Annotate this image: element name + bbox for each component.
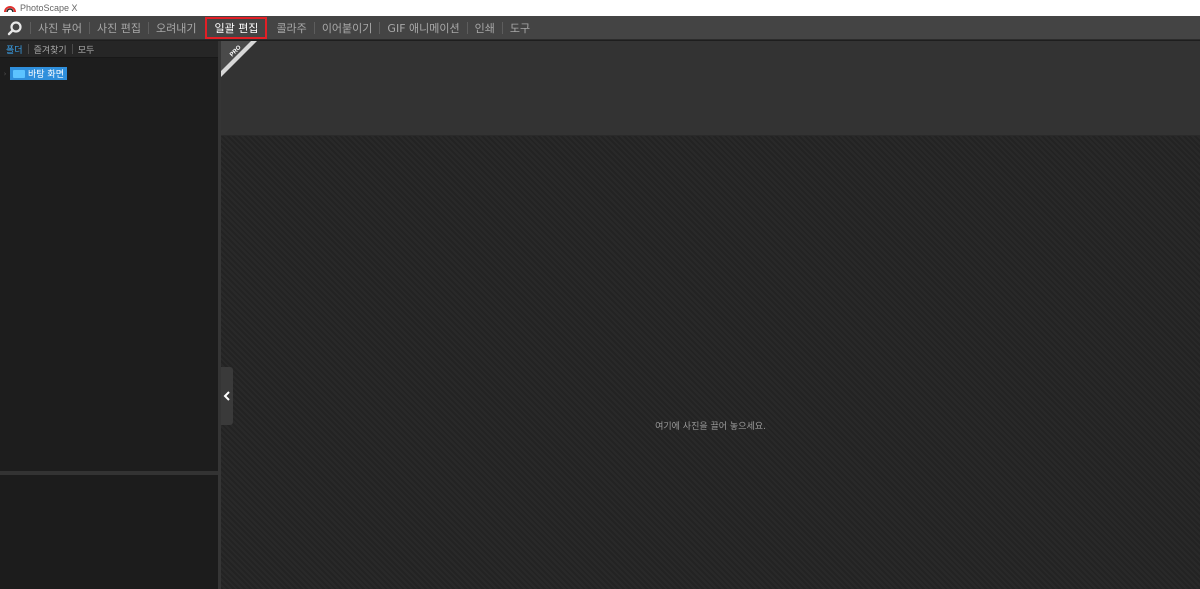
folder-icon [13, 69, 25, 78]
main-menu-bar: 사진 뷰어 사진 편집 오려내기 일괄 편집 콜라주 이어붙이기 GIF 애니메… [0, 16, 1200, 40]
menu-cut-out[interactable]: 오려내기 [149, 16, 203, 40]
menu-gif-animation[interactable]: GIF 애니메이션 [380, 16, 466, 40]
tab-folder[interactable]: 폴더 [6, 43, 28, 56]
app-logo-icon [4, 6, 16, 13]
main-workspace: PRO 여기에 사진을 끌어 놓으세요. [221, 41, 1200, 589]
chevron-left-icon [223, 391, 230, 401]
menu-tools[interactable]: 도구 [503, 16, 537, 40]
expand-arrow-icon[interactable]: › [0, 70, 10, 78]
menu-batch-edit[interactable]: 일괄 편집 [205, 16, 268, 39]
tree-row-desktop: › 바탕 화면 [0, 67, 67, 80]
menu-combine[interactable]: 이어붙이기 [315, 16, 380, 40]
tab-all[interactable]: 모두 [73, 43, 100, 56]
window-title: PhotoScape X [20, 3, 78, 13]
folder-label: 바탕 화면 [28, 70, 64, 80]
menu-photo-editor[interactable]: 사진 편집 [90, 16, 148, 40]
thumbnail-strip: PRO [221, 41, 1200, 136]
drop-hint-text: 여기에 사진을 끌어 놓으세요. [655, 422, 766, 432]
left-sidebar: 폴더 즐겨찾기 모두 › 바탕 화면 [0, 41, 218, 589]
title-bar: PhotoScape X [0, 0, 1200, 16]
menu-collage[interactable]: 콜라주 [269, 16, 313, 40]
pro-badge-icon: PRO [221, 41, 257, 77]
folder-tree: › 바탕 화면 [0, 67, 218, 471]
menu-photo-viewer[interactable]: 사진 뷰어 [31, 16, 89, 40]
folder-item-desktop[interactable]: 바탕 화면 [10, 67, 67, 80]
sidebar-tabs: 폴더 즐겨찾기 모두 [0, 41, 218, 58]
home-button[interactable] [0, 16, 30, 40]
search-icon [7, 20, 22, 35]
tab-favorites[interactable]: 즐겨찾기 [29, 43, 72, 56]
preview-pane [0, 475, 218, 589]
collapse-sidebar-button[interactable] [221, 367, 233, 425]
menu-print[interactable]: 인쇄 [468, 16, 502, 40]
